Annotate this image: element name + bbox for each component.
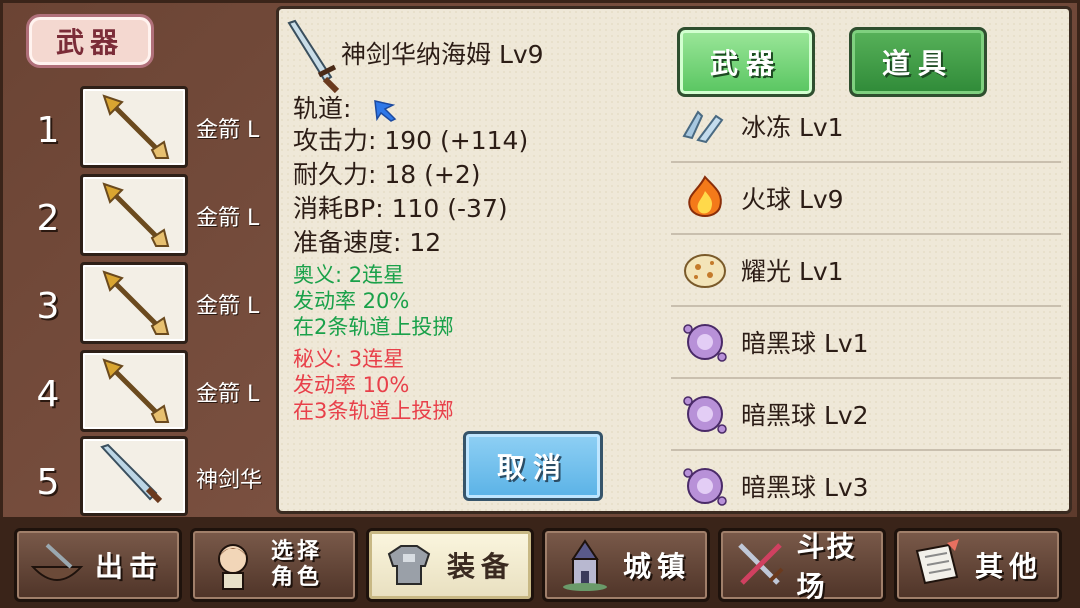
sword-icon (287, 19, 340, 93)
slot-2-name: 金箭 L (196, 206, 260, 231)
tab-items[interactable]: 道具 (849, 27, 987, 97)
track-arrow-icon (374, 100, 397, 122)
durability-stat: 耐久力: 18 (+2) (293, 160, 481, 189)
bp-cost-stat: 消耗BP: 110 (-37) (293, 194, 508, 223)
skill-row[interactable]: 火球 Lv9 (671, 163, 1061, 235)
boat-icon (25, 533, 89, 597)
slot-4-card[interactable] (80, 350, 188, 432)
slot-number: 5 (36, 462, 60, 503)
cancel-button[interactable]: 取消 (463, 431, 603, 501)
skill-name: 耀光 Lv1 (741, 257, 844, 286)
slot-number: 2 (36, 198, 60, 239)
secret-a-desc: 在2条轨道上投掷 (293, 315, 454, 339)
nav-label: 斗技场 (796, 530, 857, 603)
fireball-icon (677, 170, 733, 226)
nav-arena-button[interactable]: 斗技场 (718, 528, 886, 603)
nav-label: 选择 角色 (271, 539, 324, 590)
skill-row[interactable]: 耀光 Lv1 (671, 235, 1061, 307)
nav-other-button[interactable]: 其他 (894, 528, 1062, 602)
attack-stat: 攻击力: 190 (+114) (293, 126, 529, 155)
slot-3-name: 金箭 L (196, 294, 260, 319)
slot-number: 1 (36, 110, 60, 151)
skill-name: 暗黑球 Lv1 (741, 329, 869, 358)
skill-row[interactable]: 暗黑球 Lv3 (671, 451, 1061, 511)
nav-town-button[interactable]: 城镇 (542, 528, 710, 602)
nav-select-character-button[interactable]: 选择 角色 (190, 528, 358, 602)
skill-name: 暗黑球 Lv3 (741, 473, 869, 502)
golden-arrow-icon (102, 94, 170, 159)
nav-label: 装备 (447, 550, 516, 583)
ice-icon (677, 105, 733, 154)
track-row: 轨道: (293, 89, 399, 125)
skill-name: 火球 Lv9 (741, 185, 844, 214)
crossed-swords-icon (729, 533, 791, 597)
nav-label: 出击 (95, 550, 164, 583)
tab-weapon[interactable]: 武器 (677, 27, 815, 97)
skill-row[interactable]: 冰冻 Lv1 (671, 105, 1061, 163)
golden-arrow-icon (102, 358, 170, 423)
slot-1-card[interactable] (80, 86, 188, 168)
skill-list: 冰冻 Lv1 火球 Lv9 耀光 Lv1 暗黑球 Lv1 暗黑球 Lv2 暗黑球… (671, 105, 1061, 511)
golden-arrow-icon (102, 270, 170, 335)
weapon-category-header: 武器 (26, 14, 154, 68)
sword-icon (100, 443, 163, 504)
flash-icon (677, 242, 733, 298)
dark-orb-icon (677, 458, 733, 511)
golden-arrow-icon (102, 182, 170, 247)
slot-5-card[interactable] (80, 436, 188, 516)
armor-icon (377, 533, 441, 597)
skill-row[interactable]: 暗黑球 Lv2 (671, 379, 1061, 451)
slot-3-card[interactable] (80, 262, 188, 344)
bottom-nav: 出击 选择 角色 装备 城镇 斗技场 其他 (0, 520, 1080, 608)
slot-number: 3 (36, 286, 60, 327)
track-label: 轨道: (293, 94, 352, 123)
slot-5-name: 神剑华 (196, 468, 263, 493)
slot-4-name: 金箭 L (196, 382, 260, 407)
slot-2-card[interactable] (80, 174, 188, 256)
skill-name: 冰冻 Lv1 (741, 113, 844, 142)
character-icon (201, 533, 265, 597)
nav-label: 城镇 (623, 550, 692, 583)
skill-row[interactable]: 暗黑球 Lv1 (671, 307, 1061, 379)
scroll-icon (905, 533, 969, 597)
dark-orb-icon (677, 386, 733, 442)
dark-orb-icon (677, 314, 733, 370)
slot-number: 4 (36, 374, 60, 415)
castle-icon (553, 533, 617, 597)
nav-sortie-button[interactable]: 出击 (14, 528, 182, 602)
nav-equipment-button[interactable]: 装备 (366, 528, 534, 602)
nav-label: 其他 (975, 550, 1044, 583)
skill-name: 暗黑球 Lv2 (741, 401, 869, 430)
weapon-detail-popup: 神剑华纳海姆 Lv9 轨道: 攻击力: 190 (+114) 耐久力: 18 (… (276, 6, 1072, 514)
secret-b-desc: 在3条轨道上投掷 (293, 399, 454, 423)
weapon-title: 神剑华纳海姆 Lv9 (341, 40, 544, 69)
prep-speed-stat: 准备速度: 12 (293, 228, 442, 257)
slot-1-name: 金箭 L (196, 118, 260, 143)
